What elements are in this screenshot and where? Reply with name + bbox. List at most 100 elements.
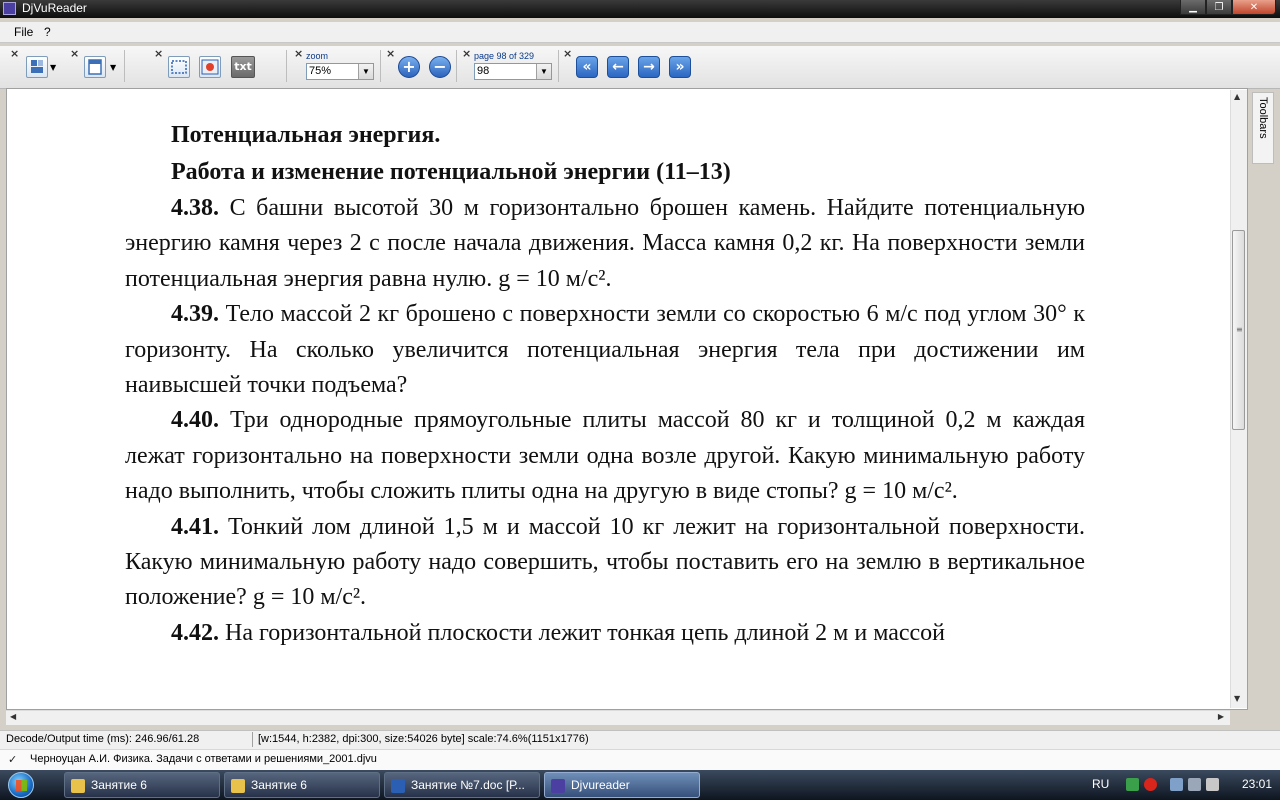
chevron-down-icon[interactable]: ▼	[536, 64, 551, 79]
chevron-down-icon[interactable]: ▼	[50, 63, 56, 72]
toolbar-group-close-icon[interactable]: ×	[294, 48, 303, 59]
document-view[interactable]: Потенциальная энергия. Работа и изменени…	[6, 88, 1248, 710]
windows-logo-icon	[16, 780, 27, 791]
problem-text: Три однородные прямоугольные плиты массо…	[125, 407, 1086, 505]
page-count-label: page 98 of 329	[474, 51, 535, 61]
taskbar-item-active[interactable]: Djvureader	[544, 772, 700, 798]
previous-page-button[interactable]: ←	[607, 56, 629, 78]
section-heading: Потенциальная энергия.	[171, 122, 441, 148]
page-number-value: 98	[477, 65, 490, 77]
toolbar-group-close-icon[interactable]: ×	[154, 48, 163, 59]
scroll-right-icon[interactable]: ▶	[1218, 712, 1224, 721]
taskbar-item[interactable]: Занятие 6	[224, 772, 380, 798]
window-title: DjVuReader	[22, 1, 87, 15]
first-page-button[interactable]: «	[576, 56, 598, 78]
scroll-down-icon[interactable]: ▼	[1234, 694, 1240, 703]
minimize-button[interactable]: ▁	[1180, 0, 1206, 15]
problem-number: 4.42.	[171, 619, 219, 646]
tray-app-icon[interactable]	[1126, 778, 1139, 791]
djvureader-app-icon	[551, 779, 565, 793]
opera-icon[interactable]	[1144, 778, 1157, 791]
app-icon	[3, 2, 16, 15]
double-arrow-right-icon: »	[675, 59, 685, 75]
taskbar: Занятие 6 Занятие 6 Занятие №7.doc [Р...…	[0, 770, 1280, 800]
volume-icon[interactable]	[1206, 778, 1219, 791]
select-area-button[interactable]	[168, 56, 190, 78]
page-view-button[interactable]	[84, 56, 106, 78]
taskbar-item[interactable]: Занятие 6	[64, 772, 220, 798]
text-mode-button[interactable]: txt	[231, 56, 255, 78]
maximize-button[interactable]: ❐	[1206, 0, 1232, 15]
page-content: Потенциальная энергия. Работа и изменени…	[125, 117, 1085, 651]
problem-text: С башни высотой 30 м горизонтально броше…	[125, 195, 1086, 292]
taskbar-item[interactable]: Занятие №7.doc [Р...	[384, 772, 540, 798]
page-icon	[88, 59, 102, 75]
zoom-select[interactable]: 75% ▼	[306, 63, 374, 80]
toolbar-group-close-icon[interactable]: ×	[462, 48, 471, 59]
scroll-up-icon[interactable]: ▲	[1234, 92, 1240, 101]
menu-bar: File ?	[0, 22, 1280, 43]
system-tray: RU 23:01	[1084, 770, 1280, 800]
minus-icon: −	[433, 57, 447, 76]
folder-icon	[231, 779, 245, 793]
toolbar-group-close-icon[interactable]: ×	[70, 48, 79, 59]
arrow-left-icon: ←	[612, 59, 624, 75]
next-page-button[interactable]: →	[638, 56, 660, 78]
problem-item: 4.39. Тело массой 2 кг брошено с поверхн…	[125, 297, 1085, 403]
close-button[interactable]: ✕	[1232, 0, 1276, 15]
toolbars-side-tab[interactable]: Toolbars	[1252, 92, 1274, 164]
word-document-icon	[391, 779, 405, 793]
page-select[interactable]: 98 ▼	[474, 63, 552, 80]
menu-file[interactable]: File	[14, 25, 33, 39]
status-divider	[252, 732, 253, 747]
network-icon[interactable]	[1170, 778, 1183, 791]
toolbar-separator	[124, 50, 125, 82]
zoom-value: 75%	[309, 65, 332, 77]
chevron-down-icon[interactable]: ▼	[110, 63, 116, 72]
menu-help[interactable]: ?	[44, 25, 51, 39]
taskbar-item-label: Занятие 6	[251, 778, 307, 792]
problem-number: 4.41.	[171, 513, 219, 540]
toolbar-group-close-icon[interactable]: ×	[563, 48, 572, 59]
problem-number: 4.38.	[171, 195, 219, 221]
signal-icon[interactable]	[1188, 778, 1201, 791]
problem-item: 4.38. С башни высотой 30 м горизонтально…	[125, 191, 1085, 297]
zoom-in-button[interactable]: +	[398, 56, 420, 78]
toolbar: × ▼ × ▼ × txt × zoom 75% ▼ × + − × page …	[0, 46, 1280, 89]
zoom-out-button[interactable]: −	[429, 56, 451, 78]
image-mode-button[interactable]	[199, 56, 221, 78]
problem-text: Тонкий лом длиной 1,5 м и массой 10 кг л…	[125, 513, 1086, 611]
status-bar: Decode/Output time (ms): 246.96/61.28 [w…	[0, 730, 1280, 749]
problem-item: 4.41. Тонкий лом длиной 1,5 м и массой 1…	[125, 510, 1085, 616]
problem-item: 4.40. Три однородные прямоугольные плиты…	[125, 403, 1085, 509]
zoom-label: zoom	[306, 51, 329, 61]
file-tab[interactable]: ✓ Черноуцан А.И. Физика. Задачи с ответа…	[0, 749, 1280, 770]
problem-number: 4.39.	[171, 301, 219, 328]
toolbar-group-close-icon[interactable]: ×	[386, 48, 395, 59]
toolbars-tab-label: Toolbars	[1257, 97, 1269, 139]
language-indicator[interactable]: RU	[1092, 777, 1109, 791]
start-button[interactable]	[8, 772, 34, 798]
plus-icon: +	[402, 57, 416, 76]
window-controls: ▁ ❐ ✕	[1180, 0, 1276, 16]
document-info-status: [w:1544, h:2382, dpi:300, size:54026 byt…	[258, 733, 589, 745]
layout-icon	[31, 60, 43, 73]
scroll-left-icon[interactable]: ◀	[10, 712, 16, 721]
selection-icon	[171, 60, 187, 74]
vertical-scroll-thumb[interactable]: ≡	[1232, 230, 1245, 430]
horizontal-scrollbar[interactable]: ◀ ▶	[6, 710, 1230, 725]
decode-time-status: Decode/Output time (ms): 246.96/61.28	[6, 733, 200, 745]
problem-number: 4.40.	[171, 407, 219, 434]
toolbar-separator	[286, 50, 287, 82]
problem-item: 4.42. На горизонтальной плоскости лежит …	[125, 616, 1085, 651]
clock[interactable]: 23:01	[1242, 777, 1272, 791]
last-page-button[interactable]: »	[669, 56, 691, 78]
chevron-down-icon[interactable]: ▼	[358, 64, 373, 79]
toolbar-separator	[380, 50, 381, 82]
layout-mode-button[interactable]	[26, 56, 48, 78]
folder-icon	[71, 779, 85, 793]
vertical-scrollbar[interactable]: ▲ ≡ ▼	[1230, 90, 1247, 708]
toolbar-group-close-icon[interactable]: ×	[10, 48, 19, 59]
check-icon: ✓	[8, 754, 18, 766]
toolbar-separator	[456, 50, 457, 82]
